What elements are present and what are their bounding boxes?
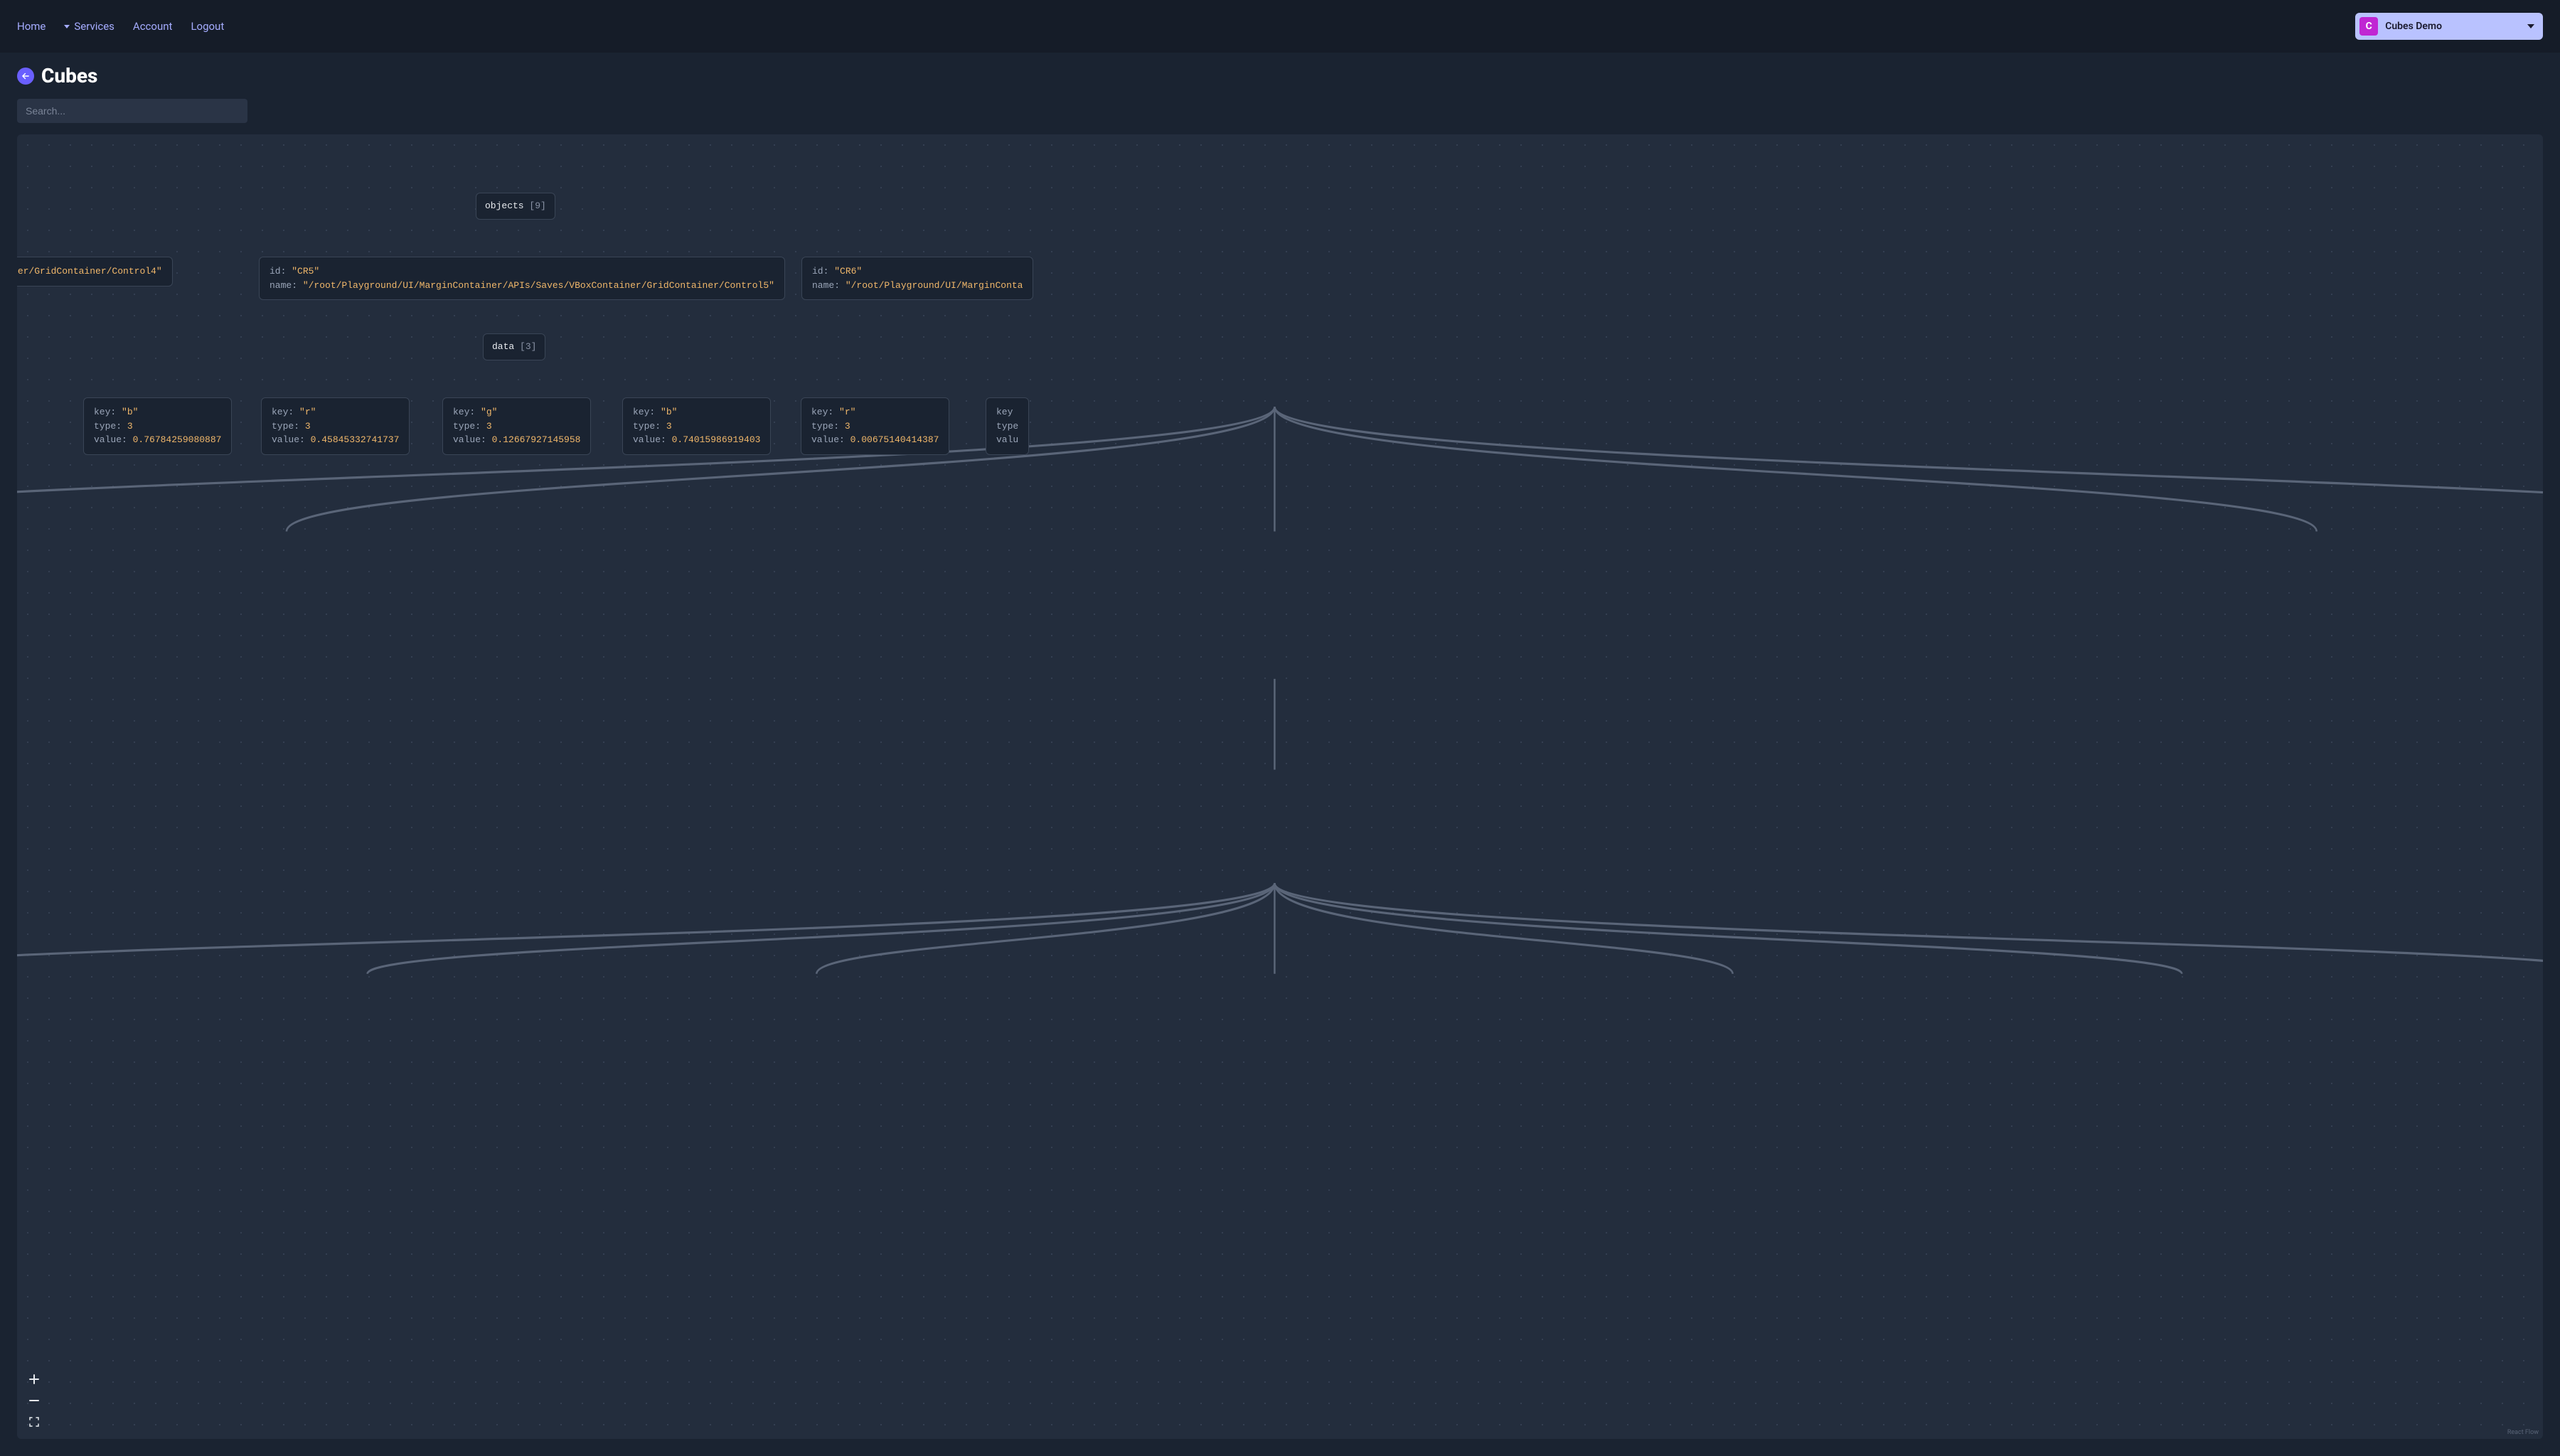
fullscreen-icon: [29, 1417, 39, 1427]
node-leaf-3[interactable]: key: "g" type: 3 value: 0.12667927145958: [442, 397, 591, 455]
chevron-down-icon: [2527, 24, 2534, 28]
label-name: name:: [812, 280, 840, 291]
page-main: Cubes objects [9] VBo: [0, 53, 2560, 1456]
zoom-in-button[interactable]: [27, 1372, 41, 1386]
node-cr6-id: "CR6": [834, 266, 862, 277]
label-id: id:: [270, 266, 286, 277]
canvas-attribution: React Flow: [2507, 1429, 2539, 1436]
minus-icon: [29, 1396, 39, 1406]
workspace-badge: C: [2359, 17, 2378, 36]
node-leaf-2[interactable]: key: "r" type: 3 value: 0.45845332741737: [261, 397, 410, 455]
nav-services[interactable]: Services: [64, 20, 114, 33]
canvas-controls: [27, 1372, 41, 1429]
graph-canvas[interactable]: objects [9] VBoxContainer/GridContainer/…: [17, 134, 2543, 1439]
node-root-label: objects: [485, 200, 524, 211]
node-object-cr6[interactable]: id: "CR6" name: "/root/Playground/UI/Mar…: [801, 257, 1033, 300]
back-button[interactable]: [17, 68, 34, 85]
node-object-cr5[interactable]: id: "CR5" name: "/root/Playground/UI/Mar…: [259, 257, 785, 300]
caret-down-icon: [64, 25, 70, 28]
node-leaf-1[interactable]: key: "b" type: 3 value: 0.76784259080887: [83, 397, 232, 455]
nav-account[interactable]: Account: [133, 20, 173, 33]
app-header: Home Services Account Logout C Cubes Dem…: [0, 0, 2560, 53]
label-name: name:: [270, 280, 297, 291]
node-leaf-5[interactable]: key: "r" type: 3 value: 0.00675140414387: [801, 397, 949, 455]
node-object-control4[interactable]: VBoxContainer/GridContainer/Control4": [17, 257, 173, 287]
node-cr5-name: "/root/Playground/UI/MarginContainer/API…: [303, 280, 774, 291]
node-data-label: data: [492, 341, 514, 352]
node-cr5-id: "CR5": [292, 266, 319, 277]
plus-icon: [29, 1374, 39, 1384]
node-root-count: [9]: [529, 200, 545, 211]
search-input[interactable]: [17, 99, 247, 123]
node-cr6-name: "/root/Playground/UI/MarginConta: [846, 280, 1023, 291]
node-leaf-4[interactable]: key: "b" type: 3 value: 0.74015986919403: [622, 397, 771, 455]
main-nav: Home Services Account Logout: [17, 20, 224, 33]
workspace-name: Cubes Demo: [2385, 21, 2442, 32]
nav-services-label: Services: [74, 20, 114, 33]
title-row: Cubes: [17, 64, 2543, 87]
arrow-left-icon: [21, 71, 31, 81]
nav-logout[interactable]: Logout: [191, 20, 224, 33]
graph-edges: [17, 134, 2543, 1439]
node-leaf-6[interactable]: key type valu: [986, 397, 1029, 455]
node-object-0-name: VBoxContainer/GridContainer/Control4": [17, 266, 162, 277]
node-data[interactable]: data [3]: [483, 333, 545, 360]
workspace-dropdown[interactable]: C Cubes Demo: [2355, 13, 2543, 40]
node-objects-root[interactable]: objects [9]: [476, 193, 555, 220]
node-data-count: [3]: [520, 341, 536, 352]
label-id: id:: [812, 266, 828, 277]
nav-home[interactable]: Home: [17, 20, 46, 33]
page-title: Cubes: [41, 64, 97, 87]
fit-view-button[interactable]: [27, 1415, 41, 1429]
zoom-out-button[interactable]: [27, 1393, 41, 1408]
